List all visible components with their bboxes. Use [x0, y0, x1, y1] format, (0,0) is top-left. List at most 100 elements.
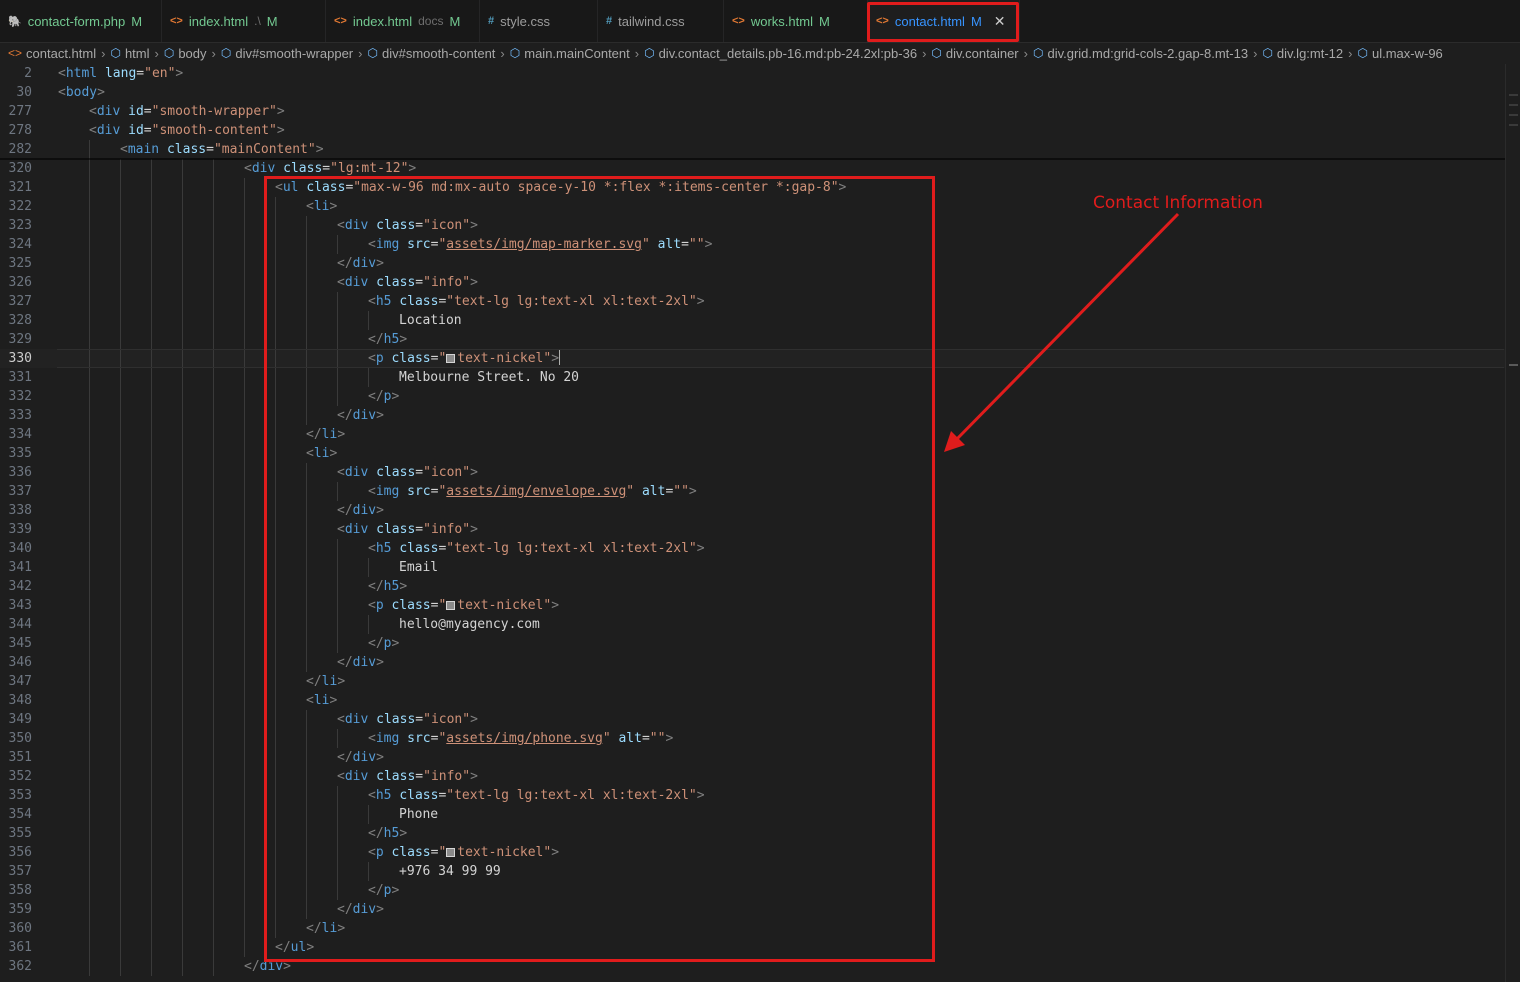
- tab-label: style.css: [500, 13, 550, 29]
- tab-works-html[interactable]: <> works.html M: [724, 0, 868, 42]
- code-text: <body>: [58, 83, 105, 102]
- breadcrumb-item[interactable]: ⬡ div.lg:mt-12 ›: [1262, 46, 1357, 61]
- editor-tab-bar: 🐘 contact-form.php M <> index.html .\ M <> index…: [0, 0, 1520, 43]
- line-number: 321: [8, 180, 32, 195]
- line-number: 323: [8, 218, 32, 233]
- breadcrumb-label: main.mainContent: [524, 45, 630, 61]
- vertical-scrollbar[interactable]: [1505, 64, 1520, 982]
- breadcrumb-label: div#smooth-wrapper: [235, 45, 354, 61]
- line-number: 345: [8, 636, 32, 651]
- tab-index-html[interactable]: <> index.html .\ M: [162, 0, 326, 42]
- line-number: 344: [8, 617, 32, 632]
- line-number: 337: [8, 484, 32, 499]
- line-number: 356: [8, 845, 32, 860]
- tab-label: tailwind.css: [618, 13, 685, 29]
- element-icon: ⬡: [1357, 46, 1368, 60]
- chevron-right-icon: ›: [1348, 45, 1353, 61]
- tab-directory: .\: [254, 14, 261, 28]
- tab-directory: docs: [418, 14, 444, 28]
- html-icon: <>: [732, 15, 745, 27]
- html-icon: <>: [334, 15, 347, 27]
- breadcrumb-item[interactable]: ⬡ ul.max-w-96: [1358, 46, 1443, 61]
- chevron-right-icon: ›: [1023, 45, 1028, 61]
- php-icon: 🐘: [8, 15, 22, 28]
- line-number: 328: [8, 313, 32, 328]
- git-modified-badge: M: [818, 13, 830, 29]
- css-icon: #: [488, 15, 495, 27]
- code-token: =: [136, 66, 145, 81]
- tag-name: div: [251, 161, 276, 176]
- code-token: >: [315, 142, 324, 157]
- line-number: 2: [24, 66, 32, 81]
- breadcrumb-item[interactable]: ⬡ div.container ›: [931, 46, 1033, 61]
- code-token: =: [206, 142, 214, 157]
- tab-style-css[interactable]: # style.css: [480, 0, 598, 42]
- line-number: 339: [8, 522, 32, 537]
- line-number: 357: [8, 864, 32, 879]
- breadcrumb-item[interactable]: ⬡ div.grid.md:grid-cols-2.gap-8.mt-13 ›: [1033, 46, 1262, 61]
- indent-guide: [120, 349, 121, 368]
- code-token: </: [244, 959, 260, 974]
- contact-info-highlight-box: [264, 176, 935, 962]
- indent-guide: [213, 349, 214, 368]
- code-token: <: [58, 85, 66, 100]
- line-number: 351: [8, 750, 32, 765]
- code-line[interactable]: 278 <div id="smooth-content">: [0, 121, 1506, 140]
- breadcrumb-label: div.lg:mt-12: [1276, 45, 1344, 61]
- line-number: 334: [8, 427, 32, 442]
- breadcrumb-label: div.container: [945, 45, 1019, 61]
- element-icon: ⬡: [644, 46, 655, 60]
- tab-tailwind-css[interactable]: # tailwind.css: [598, 0, 724, 42]
- git-modified-badge: M: [449, 13, 461, 29]
- element-icon: ⬡: [1262, 46, 1273, 60]
- breadcrumb-label: div.contact_details.pb-16.md:pb-24.2xl:p…: [658, 45, 918, 61]
- line-number: 358: [8, 883, 32, 898]
- breadcrumb-item[interactable]: ⬡ div#smooth-wrapper ›: [221, 46, 368, 61]
- annotation-label: Contact Information: [1093, 193, 1263, 213]
- code-line[interactable]: 277 <div id="smooth-wrapper">: [0, 102, 1506, 121]
- breadcrumb-item[interactable]: ⬡ div#smooth-content ›: [367, 46, 509, 61]
- html-icon: <>: [170, 15, 183, 27]
- breadcrumb-item[interactable]: ⬡ html ›: [110, 46, 163, 61]
- attribute-value: ": [213, 142, 222, 157]
- line-number: 355: [8, 826, 32, 841]
- tag-name: body: [65, 85, 98, 100]
- code-line[interactable]: 30 <body>: [0, 83, 1506, 102]
- element-icon: ⬡: [163, 46, 175, 60]
- breadcrumb-label: div.grid.md:grid-cols-2.gap-8.mt-13: [1047, 45, 1249, 61]
- breadcrumb-item[interactable]: <> contact.html ›: [8, 46, 110, 61]
- line-number: 336: [8, 465, 32, 480]
- chevron-right-icon: ›: [1253, 45, 1258, 61]
- tab-index-html[interactable]: <> index.html docs M: [326, 0, 480, 42]
- breadcrumb-item[interactable]: ⬡ div.contact_details.pb-16.md:pb-24.2xl:…: [644, 46, 931, 61]
- code-text: <div id="smooth-content">: [58, 121, 285, 140]
- line-number: 350: [8, 731, 32, 746]
- code-line[interactable]: 2 <html lang="en">: [0, 64, 1506, 83]
- code-token: <: [244, 161, 252, 176]
- sticky-scroll-shadow: [0, 158, 1506, 160]
- line-number: 362: [8, 959, 32, 974]
- line-number: 327: [8, 294, 32, 309]
- tab-label: contact-form.php: [27, 13, 126, 29]
- breadcrumb-item[interactable]: ⬡ body ›: [164, 46, 221, 61]
- line-number: 343: [8, 598, 32, 613]
- attribute-value: smooth-content: [159, 123, 270, 138]
- code-token: =: [322, 161, 331, 176]
- chevron-right-icon: ›: [211, 45, 216, 61]
- tab-contact-form-php[interactable]: 🐘 contact-form.php M: [0, 0, 162, 42]
- code-line[interactable]: 282 <main class="mainContent">: [0, 140, 1506, 159]
- line-number: 340: [8, 541, 32, 556]
- breadcrumb-label: ul.max-w-96: [1371, 45, 1443, 61]
- active-tab-highlight-box: [867, 2, 1019, 42]
- code-token: <: [89, 123, 97, 138]
- chevron-right-icon: ›: [358, 45, 363, 61]
- breadcrumb-item[interactable]: ⬡ main.mainContent ›: [510, 46, 644, 61]
- line-number: 347: [8, 674, 32, 689]
- line-number: 341: [8, 560, 32, 575]
- chevron-right-icon: ›: [922, 45, 927, 61]
- attribute-name: lang: [104, 66, 137, 81]
- attribute-value: ": [269, 104, 277, 119]
- element-icon: ⬡: [367, 46, 378, 60]
